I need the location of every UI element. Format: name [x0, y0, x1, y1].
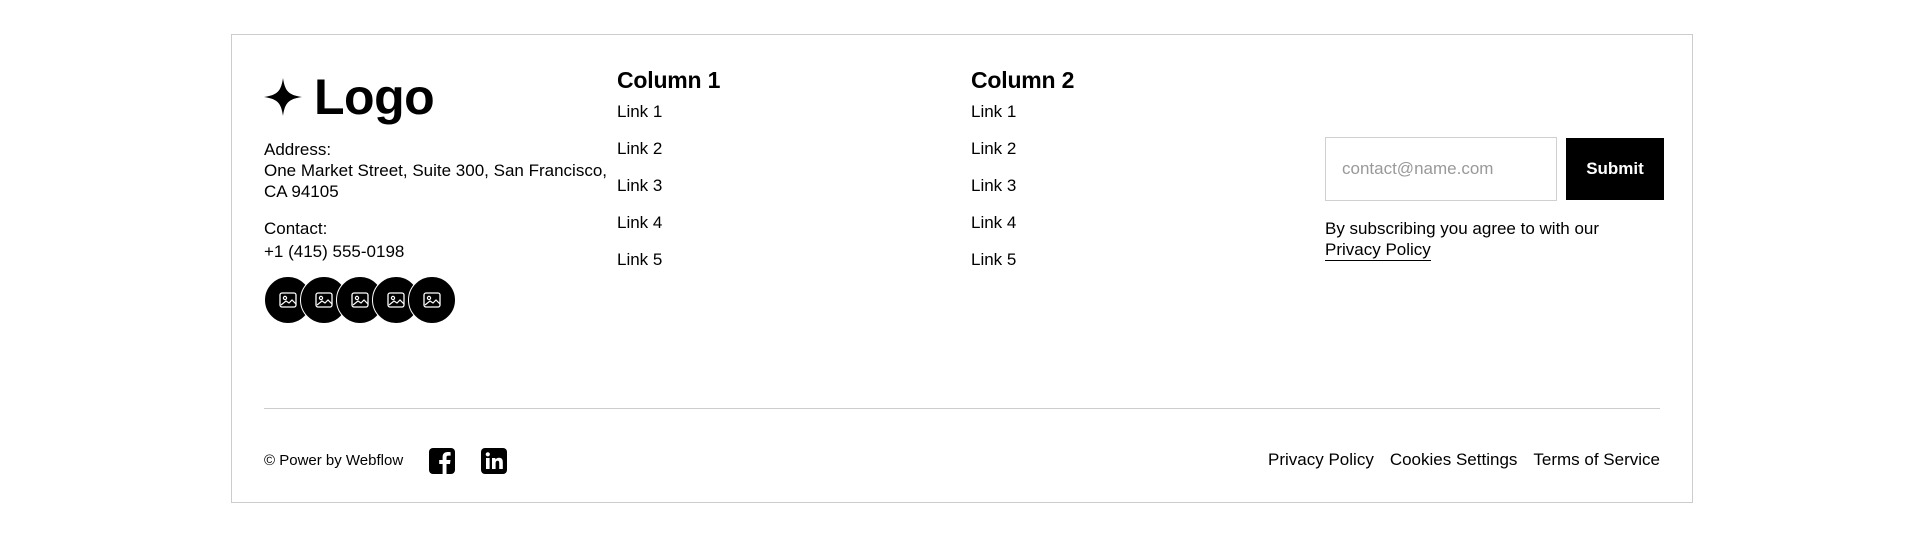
image-icon: [351, 292, 369, 308]
linkedin-link[interactable]: [481, 448, 507, 474]
column-links: Link 1 Link 2 Link 3 Link 4 Link 5: [617, 101, 720, 270]
column-link[interactable]: Link 1: [971, 101, 1074, 122]
column-link[interactable]: Link 1: [617, 101, 720, 122]
sparkle-icon: [264, 78, 302, 116]
contact-value: +1 (415) 555-0198: [264, 242, 405, 261]
column-link[interactable]: Link 2: [617, 138, 720, 159]
column-title: Column 1: [617, 67, 721, 93]
newsletter-form: Submit By subscribing you agree to with …: [1325, 137, 1664, 261]
column-link[interactable]: Link 3: [971, 175, 1074, 196]
column-link[interactable]: Link 5: [617, 249, 720, 270]
footer-divider: [264, 408, 1660, 409]
image-icon: [315, 292, 333, 308]
contact-label: Contact:: [264, 219, 328, 238]
column-title: Column 2: [971, 67, 1075, 93]
legal-links: Privacy Policy Cookies Settings Terms of…: [1252, 449, 1660, 471]
column-link[interactable]: Link 2: [971, 138, 1074, 159]
privacy-policy-link[interactable]: Privacy Policy: [1325, 240, 1431, 261]
social-link-5[interactable]: [408, 276, 456, 324]
facebook-link[interactable]: [429, 448, 455, 474]
facebook-icon: [429, 448, 455, 474]
address-value: One Market Street, Suite 300, San Franci…: [264, 161, 607, 201]
submit-button[interactable]: Submit: [1566, 138, 1664, 200]
social-icons: [264, 276, 624, 324]
column-link[interactable]: Link 3: [617, 175, 720, 196]
image-icon: [423, 292, 441, 308]
address-label: Address:: [264, 140, 332, 159]
email-input[interactable]: [1325, 137, 1557, 201]
bottom-social-links: [429, 448, 533, 474]
subscribe-note: By subscribing you agree to with our Pri…: [1325, 218, 1664, 261]
footer-bottom: © Power by Webflow Privacy Policy Cookie…: [264, 445, 1660, 477]
footer-column-1: Column 1 Link 1 Link 2 Link 3 Link 4 Lin…: [617, 65, 720, 286]
footer-top: Logo Address: One Market Street, Suite 3…: [264, 35, 1664, 405]
column-link[interactable]: Link 4: [617, 212, 720, 233]
logo-text: Logo: [314, 69, 435, 125]
site-footer: Logo Address: One Market Street, Suite 3…: [231, 34, 1693, 503]
logo[interactable]: Logo: [264, 69, 624, 125]
copyright-text: © Power by Webflow: [264, 452, 404, 469]
column-link[interactable]: Link 5: [971, 249, 1074, 270]
subscribe-note-text: By subscribing you agree to with our: [1325, 219, 1600, 238]
privacy-policy-link[interactable]: Privacy Policy: [1268, 449, 1374, 471]
footer-column-2: Column 2 Link 1 Link 2 Link 3 Link 4 Lin…: [971, 65, 1074, 286]
linkedin-icon: [481, 448, 507, 474]
image-icon: [387, 292, 405, 308]
image-icon: [279, 292, 297, 308]
terms-of-service-link[interactable]: Terms of Service: [1533, 449, 1660, 471]
column-link[interactable]: Link 4: [971, 212, 1074, 233]
brand-block: Logo Address: One Market Street, Suite 3…: [264, 69, 624, 324]
column-links: Link 1 Link 2 Link 3 Link 4 Link 5: [971, 101, 1074, 270]
cookies-settings-link[interactable]: Cookies Settings: [1390, 449, 1518, 471]
newsletter-row: Submit: [1325, 137, 1664, 201]
